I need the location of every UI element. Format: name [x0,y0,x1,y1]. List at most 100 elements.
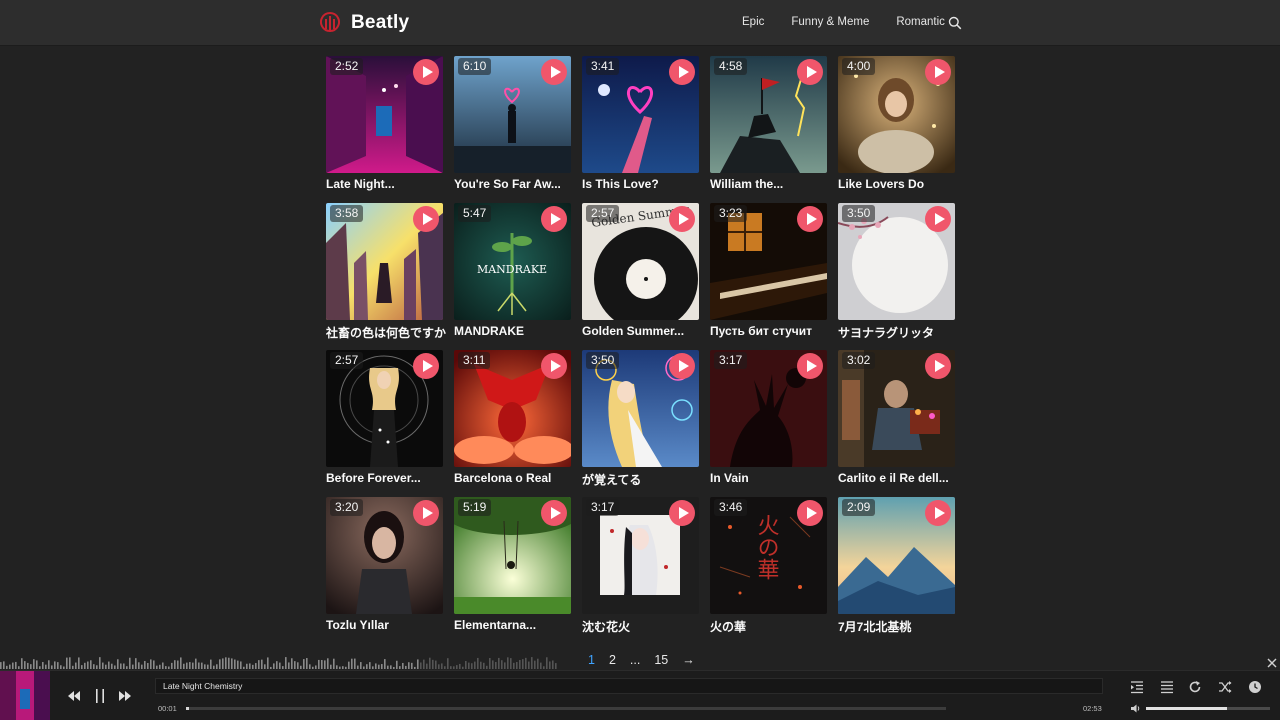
shuffle-icon[interactable] [1218,680,1232,694]
waveform-bar [132,664,134,669]
play-icon[interactable] [925,59,951,85]
play-icon[interactable] [797,353,823,379]
song-title[interactable]: 火の華 [710,618,835,635]
play-icon[interactable] [669,500,695,526]
waveform-bar [171,662,173,669]
volume-icon[interactable] [1130,703,1141,714]
play-icon[interactable] [541,353,567,379]
play-icon[interactable] [797,206,823,232]
waveform-bar [240,661,242,669]
play-icon[interactable] [413,59,439,85]
waveform-bar [417,659,419,669]
song-title[interactable]: MANDRAKE [454,324,579,338]
song-title[interactable]: Before Forever... [326,471,451,485]
play-icon[interactable] [925,206,951,232]
brand-logo[interactable]: Beatly [320,12,409,34]
search-icon[interactable] [948,16,962,30]
page-2[interactable]: 2 [609,653,616,667]
song-card[interactable]: 3:02 Carlito e il Re dell... [838,350,955,485]
song-card[interactable]: 3:50 サヨナラグリッタ [838,203,955,340]
play-icon[interactable] [925,500,951,526]
play-icon[interactable] [541,206,567,232]
song-title[interactable]: Golden Summer... [582,324,707,338]
waveform-bar [225,657,227,669]
song-card[interactable]: 3:23 Пусть бит стучит [710,203,827,338]
waveform-bar [330,664,332,669]
nav-funny-meme[interactable]: Funny & Meme [791,16,869,28]
play-icon[interactable] [413,206,439,232]
song-title[interactable]: Tozlu Yıllar [326,618,451,632]
close-icon[interactable] [1266,657,1278,669]
waveform-bar [282,666,284,669]
song-card[interactable]: 3:17 沈む花火 [582,497,699,634]
page-1[interactable]: 1 [588,653,595,667]
song-card[interactable]: 4:58 William the... [710,56,827,191]
waveform-bar [42,662,44,669]
nav-epic[interactable]: Epic [742,16,764,28]
song-card[interactable]: 6:10 You're So Far Aw... [454,56,571,191]
waveform-bar [36,660,38,669]
sleep-timer-icon[interactable] [1248,680,1262,694]
play-icon[interactable] [797,500,823,526]
play-icon[interactable] [541,500,567,526]
song-card[interactable]: 3:50 が覚えてる [582,350,699,487]
song-title[interactable]: 7月7北北基桃 [838,618,963,635]
song-card[interactable]: 2:52 Late Night... [326,56,443,191]
waveform-bar [438,664,440,669]
song-title[interactable]: Carlito e il Re dell... [838,471,963,485]
song-title[interactable]: Elementarna... [454,618,579,632]
waveform-bar [354,658,356,669]
playlist-icon[interactable] [1160,680,1174,694]
song-card[interactable]: 2:57 Before Forever... [326,350,443,485]
next-page-arrow-icon[interactable]: → [682,653,695,667]
queue-indent-icon[interactable] [1130,680,1144,694]
repeat-icon[interactable] [1188,680,1202,694]
song-title[interactable]: William the... [710,177,835,191]
song-card[interactable]: 3:41 Is This Love? [582,56,699,191]
nav-romantic[interactable]: Romantic [896,16,945,28]
waveform-bar [210,659,212,669]
fast-forward-icon[interactable] [117,688,133,704]
song-card[interactable]: 3:58 社畜の色は何色ですか [326,203,446,340]
pause-icon[interactable] [92,688,108,704]
song-title[interactable]: が覚えてる [582,471,707,488]
now-playing-cover[interactable] [0,671,50,720]
song-title[interactable]: In Vain [710,471,835,485]
waveform-bar [198,662,200,669]
song-title[interactable]: Like Lovers Do [838,177,963,191]
seek-bar[interactable] [186,707,946,710]
play-icon[interactable] [925,353,951,379]
play-icon[interactable] [413,500,439,526]
song-title[interactable]: Is This Love? [582,177,707,191]
song-card[interactable]: 3:17 In Vain [710,350,827,485]
play-icon[interactable] [797,59,823,85]
song-card[interactable]: 2:09 7月7北北基桃 [838,497,955,634]
song-card[interactable]: 火の華 3:46 火の華 [710,497,827,634]
rewind-icon[interactable] [66,688,82,704]
song-title[interactable]: サヨナラグリッタ [838,324,963,341]
play-icon[interactable] [669,206,695,232]
song-card[interactable]: Golden Summer 2:57 Golden Summer... [582,203,699,338]
waveform-bar [252,664,254,669]
play-icon[interactable] [541,59,567,85]
song-title[interactable]: Barcelona o Real [454,471,579,485]
waveform-visualizer[interactable] [0,655,560,669]
song-title[interactable]: Пусть бит стучит [710,324,835,338]
song-card[interactable]: 3:20 Tozlu Yıllar [326,497,443,632]
song-title[interactable]: Late Night... [326,177,451,191]
song-card[interactable]: 4:00 Like Lovers Do [838,56,955,191]
play-icon[interactable] [669,59,695,85]
waveform-bar [24,661,26,669]
song-title[interactable]: 沈む花火 [582,618,707,635]
play-icon[interactable] [413,353,439,379]
song-duration: 2:57 [586,205,620,222]
song-card[interactable]: 3:11 Barcelona o Real [454,350,571,485]
song-title[interactable]: 社畜の色は何色ですか [326,324,451,341]
song-title[interactable]: You're So Far Aw... [454,177,579,191]
play-icon[interactable] [669,353,695,379]
song-card[interactable]: 5:19 Elementarna... [454,497,571,632]
volume-slider[interactable] [1146,707,1270,710]
waveform-bar [192,662,194,669]
song-card[interactable]: MANDRAKE 5:47 MANDRAKE [454,203,571,338]
page-15[interactable]: 15 [654,653,668,667]
